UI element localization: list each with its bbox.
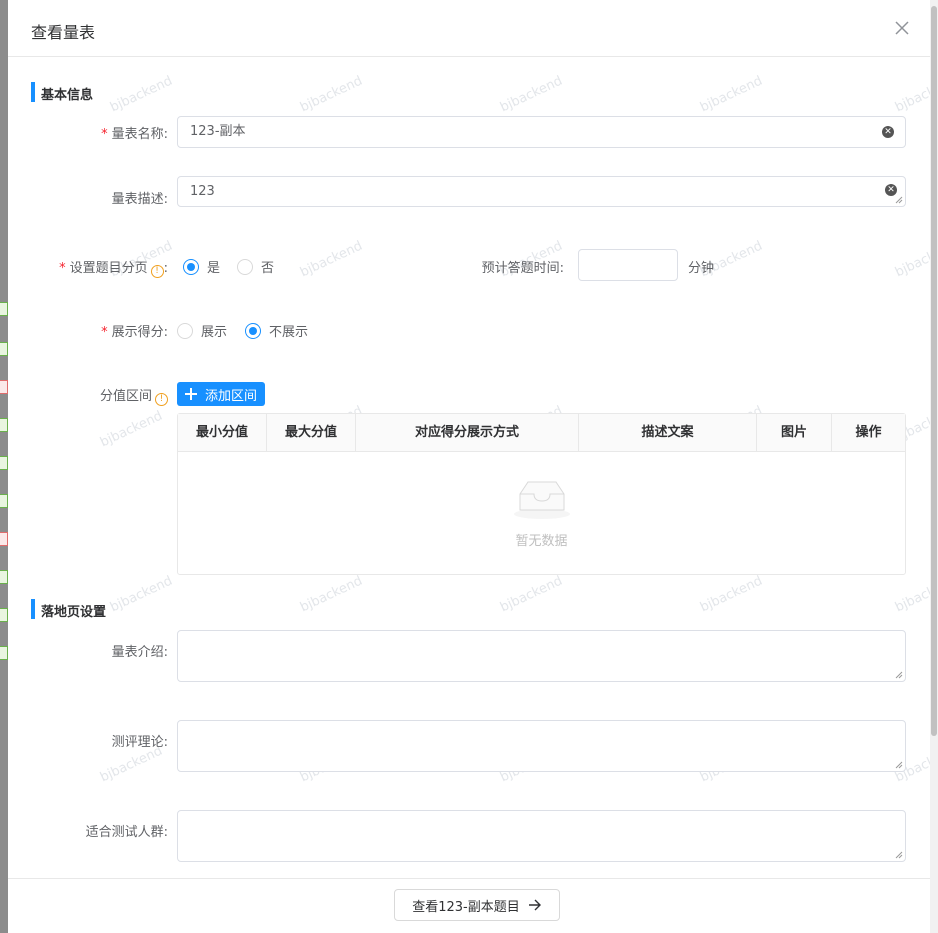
column-header: 描述文案	[579, 414, 757, 451]
scale-name-value: 123-副本	[190, 124, 246, 139]
range-label: 分值区间!	[48, 385, 168, 406]
required-mark: *	[59, 261, 66, 276]
close-button[interactable]	[890, 16, 914, 40]
scrollbar[interactable]	[930, 0, 938, 933]
close-icon	[895, 21, 909, 35]
empty-text: 暂无数据	[515, 534, 568, 549]
column-header: 对应得分展示方式	[356, 414, 579, 451]
watermark: bjbackend	[892, 238, 930, 281]
theory-textarea[interactable]	[177, 720, 906, 772]
plus-icon	[185, 388, 197, 400]
empty-inbox-icon	[514, 481, 570, 519]
range-label-text: 分值区间	[99, 389, 152, 404]
audience-textarea[interactable]	[177, 810, 906, 862]
required-mark: *	[101, 127, 108, 142]
backdrop-tag	[0, 646, 8, 660]
add-range-label: 添加区间	[205, 388, 258, 404]
paging-radio-yes[interactable]: 是	[183, 257, 220, 276]
dialog-body: bjbackend bjbackend bjbackend bjbackend …	[8, 57, 930, 878]
arrow-right-icon	[528, 899, 541, 911]
radio-checked-icon	[245, 322, 261, 339]
paging-label: * 设置题目分页!:	[28, 257, 168, 278]
backdrop-tag	[0, 456, 8, 470]
backdrop-tag	[0, 532, 8, 546]
required-mark: *	[101, 325, 108, 340]
paging-option-yes-label: 是	[207, 261, 221, 276]
answer-time-input[interactable]	[578, 249, 678, 281]
watermark: bjbackend	[297, 573, 365, 616]
clear-icon[interactable]: ✕	[882, 126, 894, 138]
radio-checked-icon	[183, 258, 199, 275]
watermark: bjbackend	[697, 73, 765, 116]
audience-label: 适合测试人群:	[85, 825, 168, 840]
watermark: bjbackend	[697, 573, 765, 616]
paging-label-colon: :	[163, 261, 168, 276]
dialog-title: 查看量表	[31, 23, 96, 42]
time-unit: 分钟	[688, 261, 715, 276]
view-scale-dialog: 查看量表 bjbackend bjbackend bjbackend bjbac…	[8, 0, 930, 933]
table-header: 最小分值 最大分值 对应得分展示方式 描述文案 图片 操作	[178, 414, 905, 452]
watermark: bjbackend	[97, 408, 165, 451]
watermark: bjbackend	[892, 573, 930, 616]
name-label: * 量表名称:	[48, 123, 168, 142]
dialog-footer: 查看123-副本题目	[8, 878, 930, 933]
theory-label: 测评理论:	[111, 735, 168, 750]
backdrop-tag	[0, 494, 8, 508]
time-label: 预计答题时间:	[481, 261, 564, 276]
score-range-table: 最小分值 最大分值 对应得分展示方式 描述文案 图片 操作 暂无数据	[177, 413, 906, 575]
scrollbar-thumb[interactable]	[931, 6, 937, 736]
show-score-option-show-label: 展示	[201, 325, 228, 340]
watermark: bjbackend	[497, 73, 565, 116]
paging-radio-no[interactable]: 否	[237, 257, 274, 276]
column-header: 最小分值	[178, 414, 267, 451]
show-score-radio-hide[interactable]: 不展示	[245, 321, 308, 340]
desc-label: 量表描述:	[111, 192, 168, 207]
scale-desc-value: 123	[190, 184, 215, 199]
column-header: 最大分值	[267, 414, 356, 451]
info-icon[interactable]: !	[150, 265, 164, 278]
show-score-label: * 展示得分:	[48, 321, 168, 340]
column-header: 图片	[757, 414, 832, 451]
watermark: bjbackend	[497, 573, 565, 616]
intro-label: 量表介绍:	[111, 645, 168, 660]
info-icon[interactable]: !	[155, 393, 168, 406]
resize-handle-icon[interactable]	[895, 196, 903, 204]
backdrop-tag	[0, 380, 8, 394]
view-questions-label: 查看123-副本题目	[412, 899, 520, 915]
clear-icon[interactable]: ✕	[885, 184, 897, 196]
section-title-basic: 基本信息	[31, 82, 93, 103]
paging-label-text: 设置题目分页	[69, 261, 148, 276]
backdrop-tag	[0, 608, 8, 622]
dialog-header: 查看量表	[8, 0, 930, 57]
watermark: bjbackend	[107, 573, 175, 616]
watermark: bjbackend	[107, 73, 175, 116]
radio-unchecked-icon	[237, 258, 253, 275]
watermark: bjbackend	[297, 73, 365, 116]
watermark: bjbackend	[297, 238, 365, 281]
section-title-landing: 落地页设置	[31, 599, 106, 620]
column-header: 操作	[855, 425, 882, 440]
resize-handle-icon[interactable]	[895, 851, 903, 859]
intro-textarea[interactable]	[177, 630, 906, 682]
paging-option-no-label: 否	[261, 261, 275, 276]
watermark: bjbackend	[892, 73, 930, 116]
scale-name-input[interactable]: 123-副本 ✕	[177, 116, 906, 148]
show-score-label-text: 展示得分:	[111, 325, 168, 340]
add-range-button[interactable]: 添加区间	[177, 382, 266, 406]
backdrop-tag	[0, 342, 8, 356]
backdrop-tag	[0, 418, 8, 432]
show-score-radio-show[interactable]: 展示	[177, 321, 227, 340]
backdrop-tag	[0, 570, 8, 584]
resize-handle-icon[interactable]	[895, 761, 903, 769]
scale-desc-textarea[interactable]: 123 ✕	[177, 176, 906, 207]
view-questions-button[interactable]: 查看123-副本题目	[394, 889, 560, 921]
backdrop-tag	[0, 302, 8, 316]
table-empty-state: 暂无数据	[178, 452, 905, 574]
show-score-option-hide-label: 不展示	[269, 325, 309, 340]
resize-handle-icon[interactable]	[895, 671, 903, 679]
radio-unchecked-icon	[177, 322, 193, 339]
name-label-text: 量表名称:	[111, 127, 168, 142]
